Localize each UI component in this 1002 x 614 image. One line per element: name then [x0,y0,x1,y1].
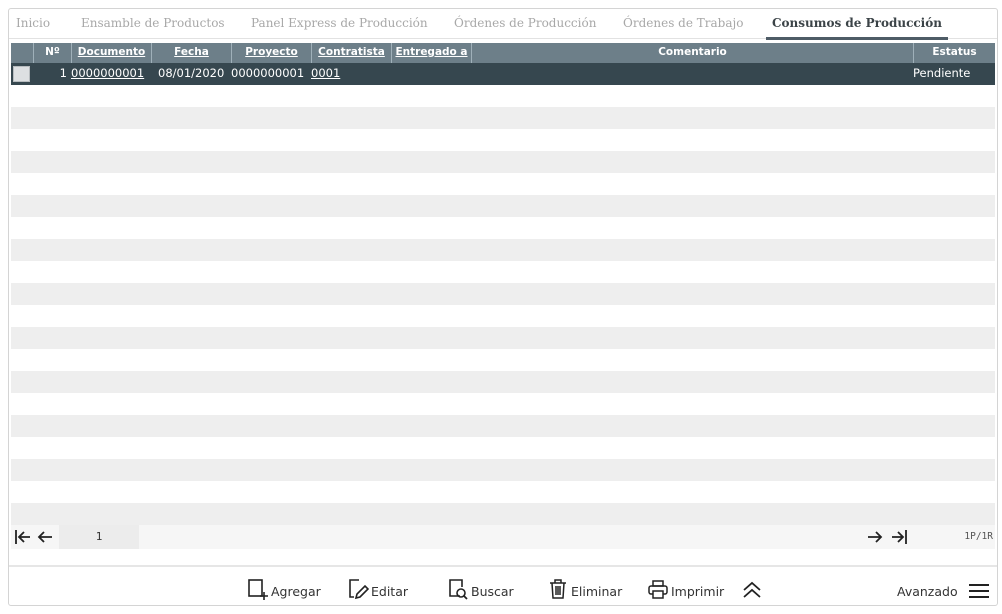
imprimir-label: Imprimir [671,584,725,599]
agregar-label: Agregar [271,584,321,599]
header-estatus: Estatus [913,43,995,63]
tab-ordenes-de-produccion[interactable]: Órdenes de Producción [454,9,596,39]
tab-inicio[interactable]: Inicio [16,9,50,39]
last-page-icon [892,530,907,544]
empty-row [11,481,995,503]
empty-row [11,151,995,173]
edit-icon [349,579,369,600]
data-grid: Nº Documento Fecha Proyecto Contratista … [11,43,995,525]
empty-row [11,349,995,371]
pager-info: 1P/1R [964,531,993,542]
empty-row [11,415,995,437]
empty-row [11,437,995,459]
cell-entregado-a [395,63,471,85]
pager: 1 1P/1R [11,525,995,549]
prev-page-button[interactable] [35,527,55,547]
table-row[interactable]: 1 0000000001 08/01/2020 0000000001 0001 … [11,63,995,85]
first-page-button[interactable] [13,527,33,547]
editar-label: Editar [371,584,409,599]
empty-row [11,305,995,327]
header-proyecto-label[interactable]: Proyecto [245,46,298,58]
buscar-label: Buscar [471,584,514,599]
empty-row [11,107,995,129]
page-number[interactable]: 1 [59,525,139,549]
empty-row [11,239,995,261]
grid-header: Nº Documento Fecha Proyecto Contratista … [11,43,995,63]
cell-contratista[interactable]: 0001 [311,63,391,85]
header-entregado-a[interactable]: Entregado a [391,43,471,63]
empty-row [11,327,995,349]
cell-fecha: 08/01/2020 [158,66,225,80]
header-contratista-label[interactable]: Contratista [318,46,385,58]
header-documento[interactable]: Documento [71,43,151,63]
empty-row [11,459,995,481]
next-page-button[interactable] [865,527,885,547]
empty-row [11,173,995,195]
imprimir-button[interactable]: Imprimir [647,577,724,601]
empty-row [11,283,995,305]
header-fecha[interactable]: Fecha [151,43,231,63]
empty-row [11,503,995,525]
first-page-icon [15,530,30,544]
tab-ensamble-de-productos[interactable]: Ensamble de Productos [81,9,225,39]
action-toolbar: Agregar Editar Buscar Eliminar Imprimir … [9,565,997,605]
empty-row [11,371,995,393]
last-page-button[interactable] [889,527,909,547]
buscar-button[interactable]: Buscar [447,577,514,601]
empty-row [11,261,995,283]
search-document-icon [449,579,468,600]
cell-comentario [475,63,911,85]
avanzado-button[interactable]: Avanzado [897,577,990,601]
header-num: Nº [33,43,71,63]
header-proyecto[interactable]: Proyecto [231,43,311,63]
cell-proyecto: 0000000001 [231,66,305,80]
header-fecha-label[interactable]: Fecha [174,46,209,58]
header-select [11,43,33,63]
eliminar-button[interactable]: Eliminar [547,577,622,601]
cell-documento[interactable]: 0000000001 [71,63,151,85]
editar-button[interactable]: Editar [347,577,408,601]
empty-row [11,393,995,415]
cell-num: 1 [59,66,67,80]
main-panel: Inicio Ensamble de Productos Panel Expre… [8,8,998,606]
double-chevron-up-icon [743,581,761,598]
printer-icon [648,580,668,599]
empty-row [11,129,995,151]
avanzado-label: Avanzado [897,584,958,599]
header-contratista[interactable]: Contratista [311,43,391,63]
hamburger-menu-icon [968,584,989,598]
arrow-left-icon [37,531,52,543]
agregar-button[interactable]: Agregar [247,577,321,601]
eliminar-label: Eliminar [571,584,623,599]
header-entregado-a-label[interactable]: Entregado a [395,46,467,58]
empty-row [11,195,995,217]
header-comentario: Comentario [471,43,913,63]
add-document-icon [248,579,268,600]
empty-row [11,85,995,107]
arrow-right-icon [868,531,883,543]
empty-row [11,217,995,239]
tab-panel-express-de-produccion[interactable]: Panel Express de Producción [251,9,428,39]
tab-ordenes-de-trabajo[interactable]: Órdenes de Trabajo [623,9,743,39]
tab-bar: Inicio Ensamble de Productos Panel Expre… [9,9,997,40]
collapse-toolbar-button[interactable] [741,579,763,601]
tab-consumos-de-produccion[interactable]: Consumos de Producción [766,9,948,40]
header-documento-label[interactable]: Documento [78,46,145,58]
trash-icon [550,579,566,599]
cell-estatus: Pendiente [913,66,971,80]
row-checkbox[interactable] [13,66,30,82]
